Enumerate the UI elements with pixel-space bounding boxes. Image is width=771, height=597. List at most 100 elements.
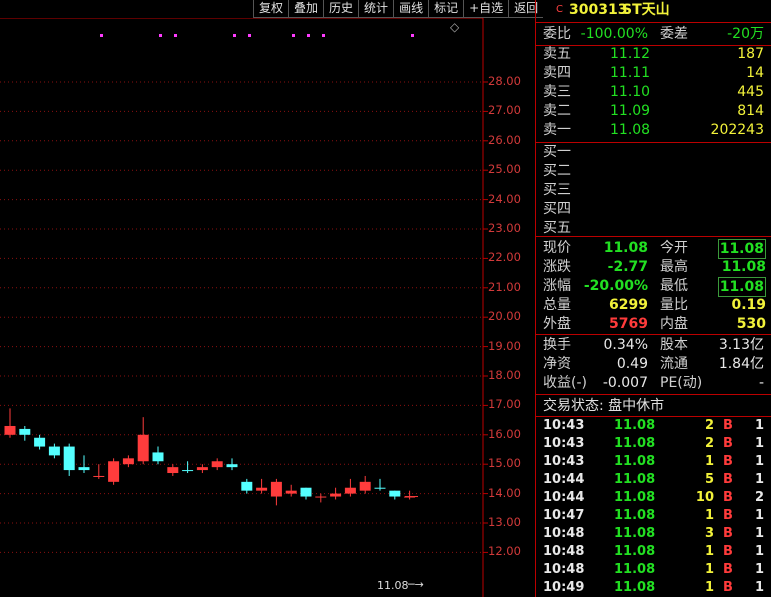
candle[interactable] bbox=[48, 443, 60, 459]
candle[interactable] bbox=[167, 464, 179, 476]
fin-row: 换手 0.34% 股本 3.13亿 bbox=[536, 336, 771, 354]
candle[interactable] bbox=[374, 478, 386, 491]
candle[interactable] bbox=[152, 446, 164, 465]
y-tick-label: 14.00 bbox=[488, 485, 521, 500]
candle[interactable] bbox=[122, 455, 134, 468]
tick-row[interactable]: 10:48 11.08 3 B 1 bbox=[536, 525, 771, 543]
candle[interactable] bbox=[182, 461, 194, 474]
candle-body bbox=[389, 490, 401, 497]
ask-label: 卖四 bbox=[543, 65, 571, 81]
quote-value: 11.08 bbox=[717, 277, 766, 297]
candle[interactable] bbox=[389, 490, 401, 500]
quote-label: 内盘 bbox=[660, 316, 688, 332]
quote-row: 现价 11.08 今开 11.08 bbox=[536, 239, 771, 259]
y-tick-label: 19.00 bbox=[488, 338, 521, 353]
event-marker[interactable] bbox=[292, 34, 295, 37]
candle[interactable] bbox=[63, 443, 75, 476]
quote-label: 现价 bbox=[543, 240, 571, 256]
candle[interactable] bbox=[270, 478, 282, 506]
candle[interactable] bbox=[34, 434, 46, 450]
bid-row: 买二 bbox=[536, 162, 771, 180]
candle[interactable] bbox=[344, 478, 356, 497]
tick-row[interactable]: 10:44 11.08 5 B 1 bbox=[536, 471, 771, 489]
tick-volume: 2 bbox=[704, 418, 714, 433]
event-marker[interactable] bbox=[322, 34, 325, 37]
event-marker[interactable] bbox=[100, 34, 103, 37]
event-marker[interactable] bbox=[233, 34, 236, 37]
tick-row[interactable]: 10:44 11.08 10 B 2 bbox=[536, 489, 771, 507]
tick-row[interactable]: 10:43 11.08 2 B 1 bbox=[536, 435, 771, 453]
chart-toolbar: 复权 叠加 历史 统计 画线 标记 +自选 返回 bbox=[253, 0, 544, 18]
fin-label: 股本 bbox=[660, 337, 688, 353]
tick-row[interactable]: 10:48 11.08 1 B 1 bbox=[536, 561, 771, 579]
tick-row[interactable]: 10:43 11.08 2 B 1 bbox=[536, 417, 771, 435]
trade-status-row: 交易状态: 盘中休市 bbox=[536, 397, 771, 415]
tick-volume: 1 bbox=[704, 562, 714, 577]
tick-row[interactable]: 10:47 11.08 1 B 1 bbox=[536, 507, 771, 525]
toolbar-button[interactable]: +自选 bbox=[463, 0, 509, 18]
ask-volume: 814 bbox=[737, 103, 764, 119]
tick-price: 11.08 bbox=[614, 526, 656, 541]
tick-row[interactable]: 10:49 11.08 1 B 1 bbox=[536, 579, 771, 597]
event-marker[interactable] bbox=[159, 34, 162, 37]
candle[interactable] bbox=[330, 487, 342, 500]
tick-price: 11.08 bbox=[614, 472, 656, 487]
tick-side: B bbox=[723, 562, 733, 577]
candle[interactable] bbox=[315, 493, 327, 503]
candle[interactable] bbox=[108, 458, 120, 485]
toolbar-button[interactable]: 复权 bbox=[253, 0, 289, 18]
candle[interactable] bbox=[256, 478, 268, 494]
candle[interactable] bbox=[196, 464, 208, 474]
quote-label: 涨跌 bbox=[543, 259, 571, 275]
tick-time: 10:43 bbox=[543, 418, 585, 433]
tick-count: 1 bbox=[754, 508, 764, 523]
fin-label: PE(动) bbox=[660, 375, 703, 391]
toolbar-button[interactable]: 历史 bbox=[323, 0, 359, 18]
weibi-value: -100.00% bbox=[580, 26, 648, 42]
tick-row[interactable]: 10:43 11.08 1 B 1 bbox=[536, 453, 771, 471]
toolbar-button[interactable]: 叠加 bbox=[288, 0, 324, 18]
stock-name: ST天山 bbox=[622, 2, 670, 18]
tick-price: 11.08 bbox=[614, 580, 656, 595]
candle[interactable] bbox=[226, 458, 238, 471]
tick-side: B bbox=[723, 454, 733, 469]
y-tick-label: 20.00 bbox=[488, 309, 521, 324]
toolbar-button[interactable]: 统计 bbox=[358, 0, 394, 18]
candle[interactable] bbox=[93, 464, 105, 479]
bid-label: 买五 bbox=[543, 220, 571, 236]
trade-status: 交易状态: 盘中休市 bbox=[543, 398, 665, 414]
candle-body bbox=[167, 467, 179, 474]
candle-body bbox=[19, 428, 31, 435]
tick-row[interactable]: 10:48 11.08 1 B 1 bbox=[536, 543, 771, 561]
candle[interactable] bbox=[241, 478, 253, 494]
candle[interactable] bbox=[4, 408, 16, 438]
toolbar-button[interactable]: 画线 bbox=[393, 0, 429, 18]
candle[interactable] bbox=[137, 417, 149, 465]
ask-label: 卖五 bbox=[543, 46, 571, 62]
event-marker[interactable] bbox=[411, 34, 414, 37]
bid-row: 买四 bbox=[536, 200, 771, 218]
bid-label: 买一 bbox=[543, 144, 571, 160]
tick-volume: 2 bbox=[704, 436, 714, 451]
quote-label: 外盘 bbox=[543, 316, 571, 332]
tick-volume: 1 bbox=[704, 508, 714, 523]
fin-value: 3.13亿 bbox=[718, 337, 764, 353]
event-marker[interactable] bbox=[248, 34, 251, 37]
event-marker[interactable] bbox=[307, 34, 310, 37]
event-marker[interactable] bbox=[174, 34, 177, 37]
candle[interactable] bbox=[285, 484, 297, 497]
toolbar-button[interactable]: 标记 bbox=[428, 0, 464, 18]
candle[interactable] bbox=[300, 487, 312, 500]
divider bbox=[536, 236, 771, 237]
candle[interactable] bbox=[359, 475, 371, 494]
diamond-icon[interactable]: ◇ bbox=[450, 20, 459, 34]
quote-value: 0.19 bbox=[731, 297, 766, 313]
stock-header: C 300313 ST天山 bbox=[536, 1, 771, 19]
fin-value: 1.84亿 bbox=[718, 356, 764, 372]
candle[interactable] bbox=[19, 425, 31, 441]
kline-chart[interactable]: 28.00 27.00 26.00 25.00 24.00 23.00 22.00 21.00… bbox=[0, 18, 534, 597]
quote-row: 涨幅 -20.00% 最低 11.08 bbox=[536, 277, 771, 297]
candle[interactable] bbox=[404, 490, 416, 500]
candle[interactable] bbox=[211, 458, 223, 471]
divider bbox=[536, 22, 771, 23]
